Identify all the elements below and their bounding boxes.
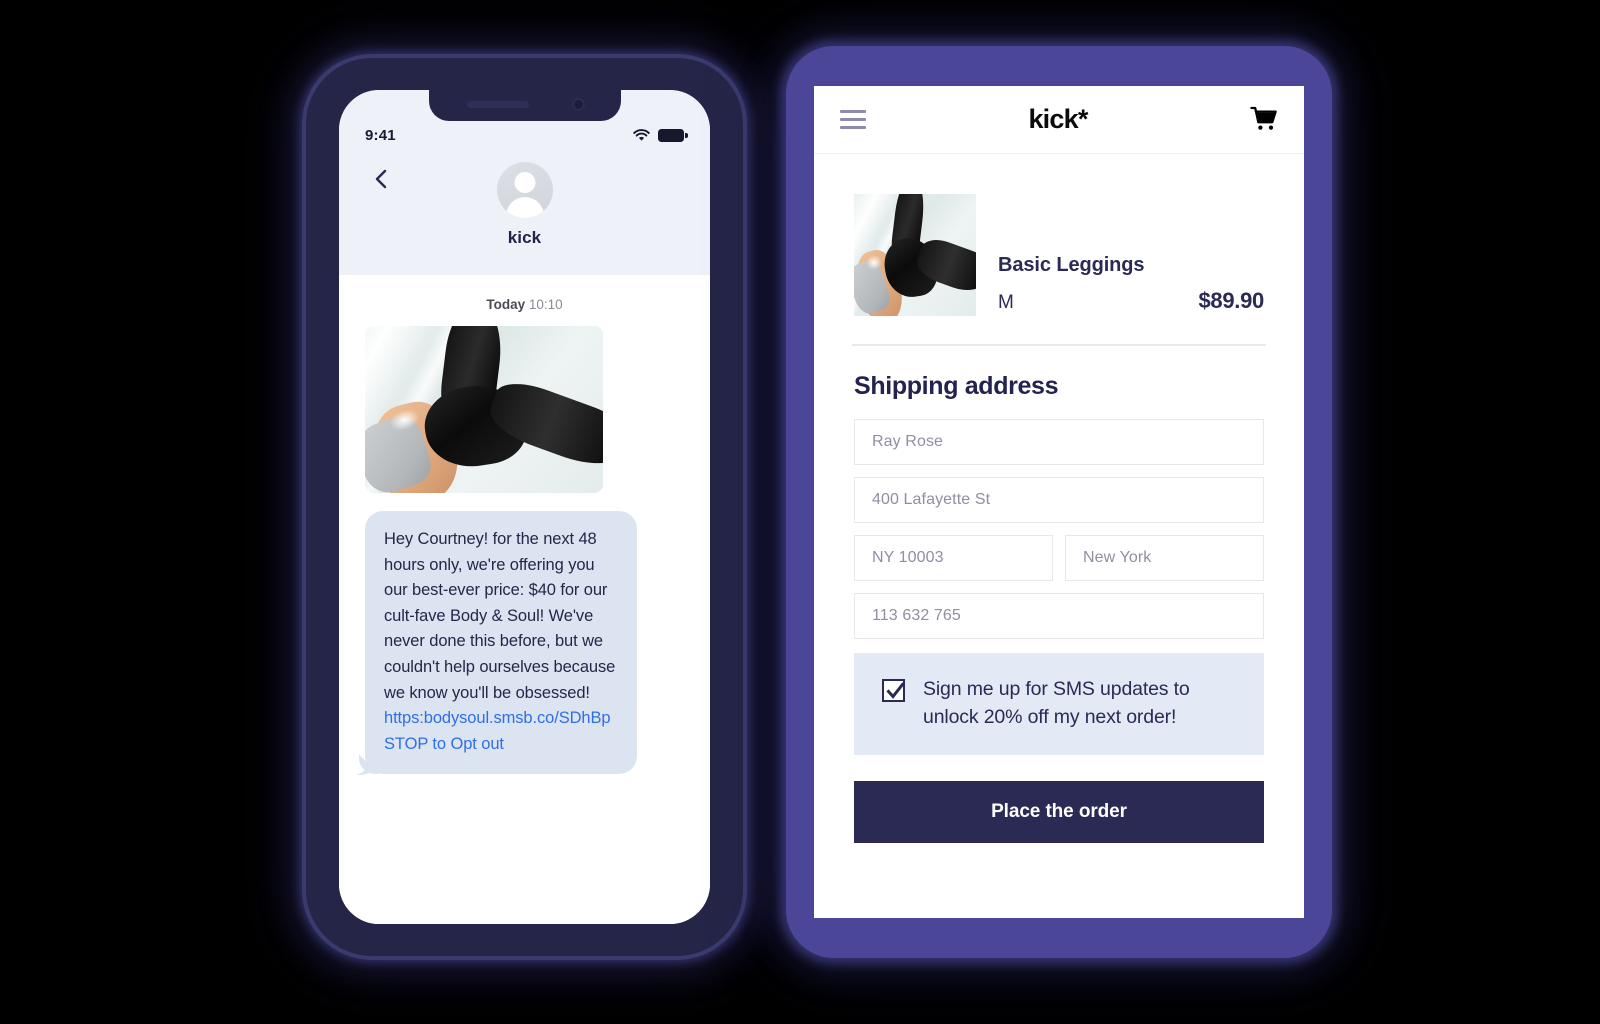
status-bar: 9:41 <box>339 118 710 146</box>
place-order-button[interactable]: Place the order <box>854 780 1264 843</box>
wifi-icon <box>633 128 650 142</box>
sms-optin-checkbox[interactable] <box>882 678 905 702</box>
product-size: M <box>998 292 1014 313</box>
messages-app-screen: 9:41 kick Today 10:10 Hey Courtney! for … <box>339 90 710 924</box>
shopping-cart-icon[interactable] <box>1250 106 1278 134</box>
bubble-tail <box>356 755 378 775</box>
status-bar-indicators <box>633 128 688 142</box>
chat-time-label: 10:10 <box>528 297 563 312</box>
message-bubble: Hey Courtney! for the next 48 hours only… <box>356 511 637 775</box>
street-address-field[interactable]: 400 Lafayette St <box>854 476 1264 523</box>
avatar[interactable] <box>496 162 553 218</box>
product-meta: Basic Leggings M $89.90 <box>976 254 1264 316</box>
battery-icon <box>658 128 688 142</box>
leggings-product-photo <box>365 326 603 493</box>
full-name-field[interactable]: Ray Rose <box>854 418 1264 465</box>
chat-nav: kick <box>339 162 710 248</box>
place-order-label: Place the order <box>991 800 1127 822</box>
sms-optin-label: Sign me up for SMS updates to unlock 20%… <box>923 677 1190 728</box>
zip-city-row: NY 10003 New York <box>854 534 1264 593</box>
product-size-price: M $89.90 <box>998 288 1264 314</box>
product-price: $89.90 <box>1198 288 1265 313</box>
message-link[interactable]: https:bodysoul.smsb.co/SDhBp STOP to Opt… <box>384 706 618 757</box>
chat-message-list: Today 10:10 Hey Courtney! for the next 4… <box>339 275 710 924</box>
chat-contact-name: kick <box>507 228 542 247</box>
device-notch <box>428 90 621 121</box>
message-image[interactable] <box>365 326 603 493</box>
order-product-row: Basic Leggings M $89.90 <box>814 154 1304 316</box>
chat-daystamp: Today 10:10 <box>339 275 710 326</box>
brand-logo[interactable]: kick* <box>1028 104 1088 135</box>
hamburger-menu-icon[interactable] <box>840 110 866 129</box>
shop-header: kick* <box>814 86 1304 154</box>
shipping-address-title: Shipping address <box>854 371 1059 400</box>
city-field[interactable]: New York <box>1065 534 1264 581</box>
zip-code-field[interactable]: NY 10003 <box>854 534 1053 581</box>
checkmark-icon <box>886 681 905 699</box>
phone-number-field[interactable]: 113 632 765 <box>854 592 1264 639</box>
sms-optin-banner: Sign me up for SMS updates to unlock 20%… <box>854 652 1264 755</box>
chat-day-label: Today <box>486 297 526 312</box>
status-bar-time: 9:41 <box>365 126 396 144</box>
product-name: Basic Leggings <box>998 254 1145 276</box>
message-body-text: Hey Courtney! for the next 48 hours only… <box>384 530 616 702</box>
basic-leggings-thumbnail[interactable] <box>854 194 976 316</box>
phone-device-checkout: kick* Basic Leggings M $89.90 Shipping a… <box>786 46 1332 958</box>
shipping-address-form: Ray Rose 400 Lafayette St NY 10003 New Y… <box>814 401 1304 639</box>
checkout-app-screen: kick* Basic Leggings M $89.90 Shipping a… <box>814 86 1304 918</box>
screenshot-stage: 9:41 kick Today 10:10 Hey Courtney! for … <box>0 0 1600 1024</box>
back-chevron-icon[interactable] <box>371 168 393 190</box>
phone-device-messages: 9:41 kick Today 10:10 Hey Courtney! for … <box>306 58 743 956</box>
